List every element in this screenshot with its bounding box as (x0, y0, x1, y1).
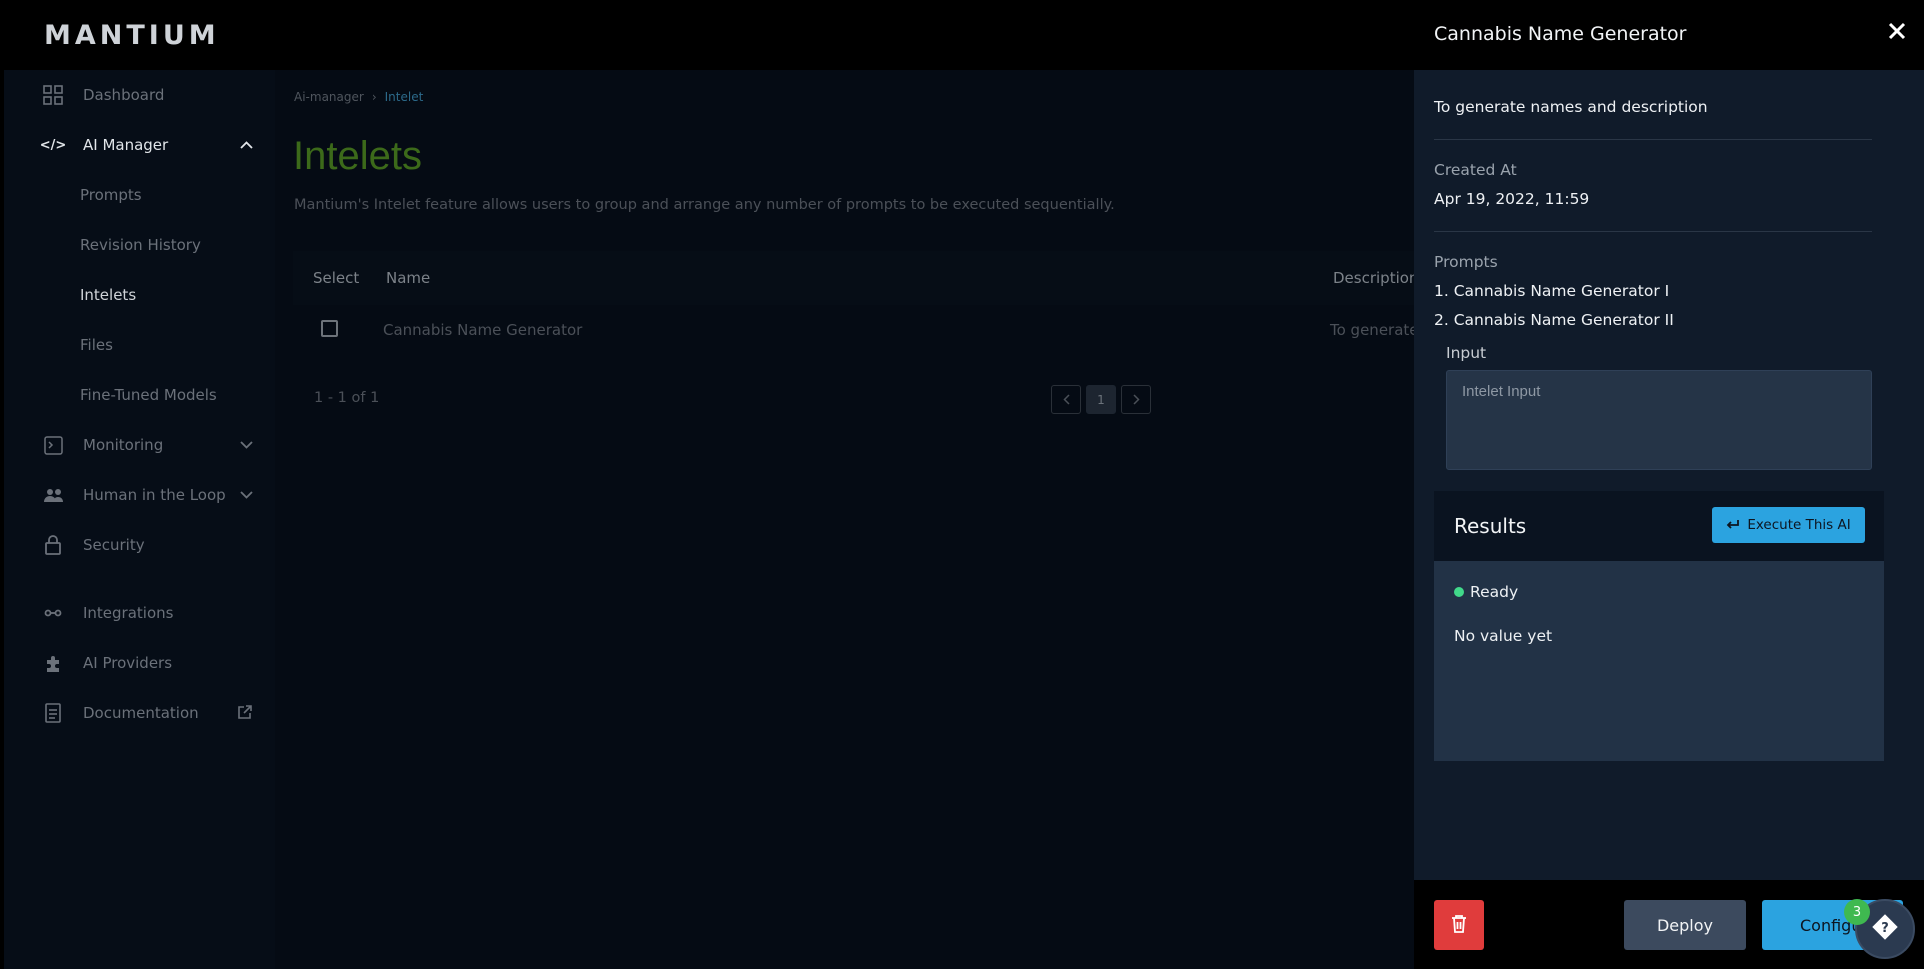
created-at-label: Created At (1434, 161, 1517, 179)
row-checkbox[interactable] (321, 320, 338, 337)
pagination: 1 (1051, 385, 1151, 414)
next-page-button[interactable] (1121, 385, 1151, 414)
lock-icon (42, 534, 64, 556)
results-header: Results Execute This AI (1434, 491, 1884, 561)
results-body: Ready No value yet (1434, 561, 1884, 761)
column-header-select: Select (313, 269, 360, 287)
integrations-icon (42, 602, 64, 624)
breadcrumb: Ai-manager › Intelet (294, 90, 423, 104)
sidebar-subitem-label: Intelets (80, 286, 137, 304)
notification-badge: 3 (1844, 899, 1870, 925)
page-title: Intelets (293, 134, 422, 178)
status-text: Ready (1470, 583, 1519, 601)
sidebar-item-documentation[interactable]: Documentation (4, 693, 275, 733)
drawer-footer: Deploy Configure (1414, 880, 1924, 969)
sidebar-item-dashboard[interactable]: Dashboard (4, 75, 275, 115)
svg-text:?: ? (1881, 921, 1889, 936)
sidebar-item-label: Dashboard (83, 86, 165, 104)
external-link-icon[interactable] (237, 704, 253, 723)
sidebar-subitem-intelets[interactable]: Intelets (4, 277, 275, 313)
close-icon[interactable] (1888, 18, 1906, 46)
sidebar-item-label: Security (83, 536, 145, 554)
breadcrumb-ai-manager[interactable]: Ai-manager (294, 90, 364, 104)
drawer-title: Cannabis Name Generator (1434, 23, 1687, 45)
sidebar-item-human-in-the-loop[interactable]: Human in the Loop (4, 475, 275, 515)
prev-page-button[interactable] (1051, 385, 1081, 414)
sidebar-item-ai-manager[interactable]: </> AI Manager (4, 125, 275, 165)
delete-button[interactable] (1434, 900, 1484, 950)
sidebar-item-security[interactable]: Security (4, 525, 275, 565)
sidebar-item-label: AI Providers (83, 654, 173, 672)
page-description: Mantium's Intelet feature allows users t… (294, 197, 1115, 213)
breadcrumb-intelet[interactable]: Intelet (385, 90, 424, 104)
intelets-table: Select Name Description Cannabis Name Ge… (293, 251, 1442, 357)
input-label: Input (1446, 344, 1487, 362)
results-panel: Results Execute This AI Ready No value y… (1434, 491, 1884, 761)
sidebar-subitem-label: Revision History (80, 236, 201, 254)
document-icon (42, 702, 64, 724)
row-name[interactable]: Cannabis Name Generator (383, 321, 582, 339)
sidebar-item-label: Human in the Loop (83, 486, 226, 504)
execute-ai-button[interactable]: Execute This AI (1712, 507, 1865, 543)
divider (1434, 231, 1872, 232)
people-icon (42, 484, 64, 506)
intelet-detail-drawer: Cannabis Name Generator To generate name… (1414, 0, 1924, 969)
results-title: Results (1454, 514, 1527, 538)
trash-icon (1451, 914, 1467, 937)
main-content: Ai-manager › Intelet Intelets Mantium's … (275, 70, 1442, 969)
intelet-description: To generate names and description (1434, 98, 1708, 116)
puzzle-icon (42, 652, 64, 674)
top-bar: MANTIUM (4, 0, 1414, 70)
divider (1434, 139, 1872, 140)
execute-ai-label: Execute This AI (1747, 517, 1851, 533)
mantium-logo[interactable]: MANTIUM (44, 20, 220, 51)
sidebar-subitem-revision-history[interactable]: Revision History (4, 227, 275, 263)
sidebar-subitem-label: Files (80, 336, 113, 354)
page-number[interactable]: 1 (1086, 385, 1116, 414)
sidebar-item-label: Monitoring (83, 436, 164, 454)
status-indicator: Ready (1454, 583, 1518, 601)
column-header-name[interactable]: Name (386, 269, 430, 287)
sidebar-subitem-prompts[interactable]: Prompts (4, 177, 275, 213)
return-arrow-icon (1726, 517, 1740, 533)
sidebar-item-label: Integrations (83, 604, 174, 622)
result-value: No value yet (1454, 627, 1553, 645)
grid-icon (42, 84, 64, 106)
breadcrumb-separator: › (371, 90, 377, 104)
sidebar-subitem-fine-tuned-models[interactable]: Fine-Tuned Models (4, 377, 275, 413)
sidebar-item-ai-providers[interactable]: AI Providers (4, 643, 275, 683)
table-header: Select Name Description (293, 251, 1418, 305)
sidebar-item-label: AI Manager (83, 136, 169, 154)
sidebar-subitem-files[interactable]: Files (4, 327, 275, 363)
chevron-up-icon[interactable] (240, 138, 253, 152)
deploy-button[interactable]: Deploy (1624, 900, 1746, 950)
table-row[interactable]: Cannabis Name Generator To generate na (293, 305, 1442, 357)
sidebar-subitem-label: Fine-Tuned Models (80, 386, 217, 404)
chevron-down-icon[interactable] (240, 438, 253, 452)
drawer-header: Cannabis Name Generator (1414, 0, 1924, 70)
intelet-input-field[interactable] (1446, 370, 1872, 470)
code-icon: </> (39, 137, 67, 153)
pagination-summary: 1 - 1 of 1 (314, 390, 380, 406)
created-at-value: Apr 19, 2022, 11:59 (1434, 190, 1590, 208)
sidebar-item-label: Documentation (83, 704, 199, 722)
terminal-icon (42, 434, 64, 456)
sidebar-item-monitoring[interactable]: Monitoring (4, 425, 275, 465)
chevron-down-icon[interactable] (240, 488, 253, 502)
column-header-description[interactable]: Description (1333, 269, 1418, 287)
prompt-item[interactable]: 2. Cannabis Name Generator II (1434, 311, 1674, 329)
prompts-label: Prompts (1434, 253, 1498, 271)
sidebar-subitem-label: Prompts (80, 186, 142, 204)
status-dot-icon (1454, 587, 1464, 597)
help-icon: ? (1872, 914, 1898, 944)
sidebar: Dashboard </> AI Manager Prompts Revisio… (4, 70, 275, 969)
prompt-item[interactable]: 1. Cannabis Name Generator I (1434, 282, 1669, 300)
sidebar-item-integrations[interactable]: Integrations (4, 593, 275, 633)
